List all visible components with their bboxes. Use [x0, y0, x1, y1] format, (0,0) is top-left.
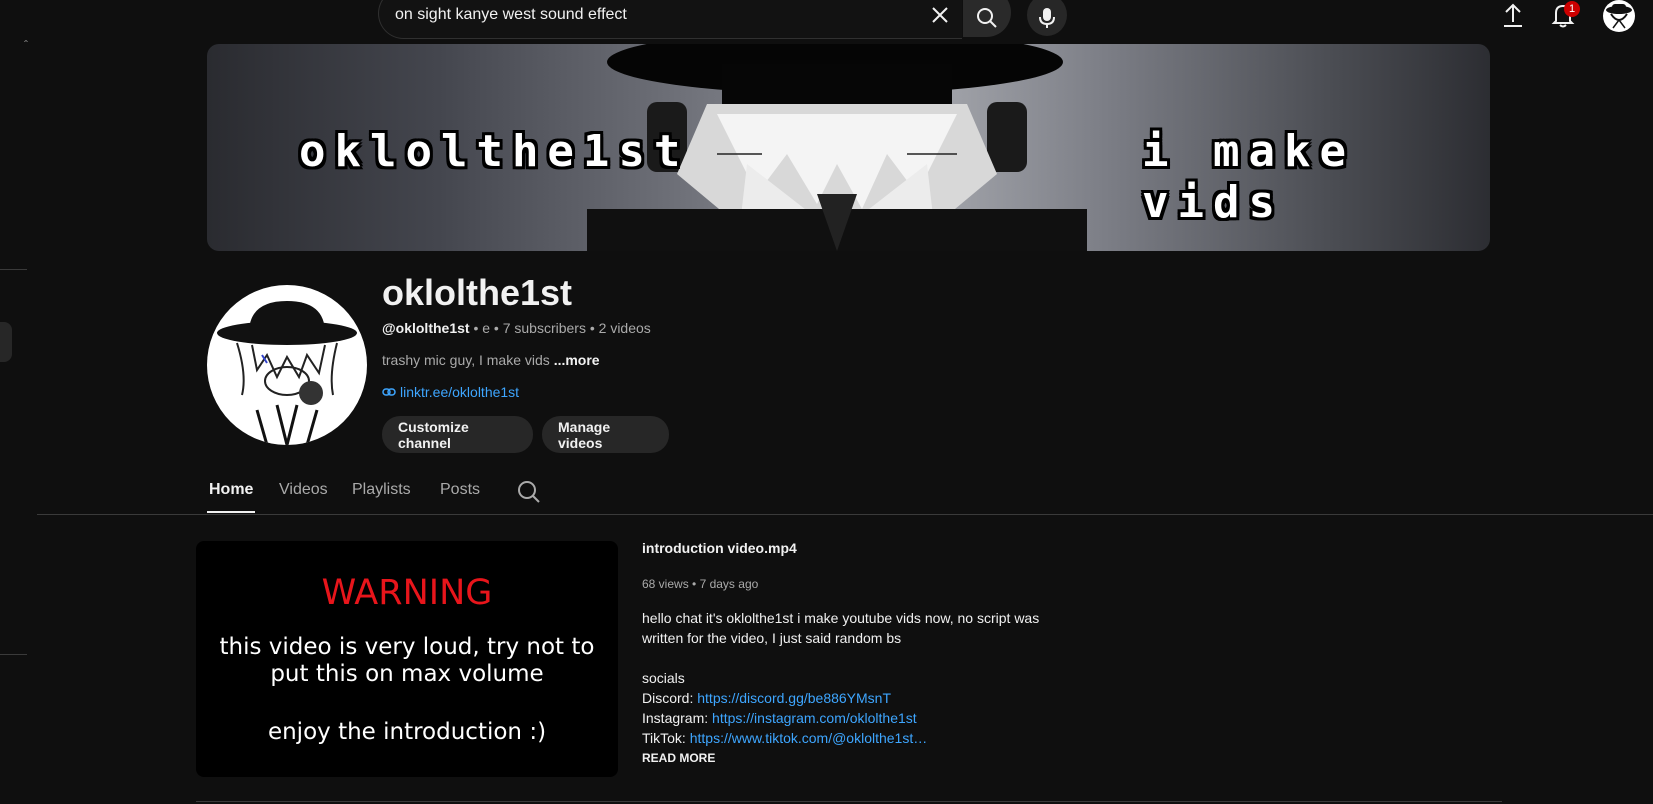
channel-meta: @oklolthe1st • e • 7 subscribers • 2 vid…	[382, 320, 651, 336]
channel-handle: @oklolthe1st	[382, 320, 470, 336]
search-icon	[518, 481, 540, 503]
search-button[interactable]	[963, 0, 1011, 37]
description-text: trashy mic guy, I make vids	[382, 352, 550, 368]
description-line: written for the video, I just said rando…	[642, 630, 902, 646]
channel-link-text[interactable]: linktr.ee/oklolthe1st	[400, 384, 519, 400]
thumbnail-warning-text: WARNING	[321, 573, 493, 613]
read-more-button[interactable]: READ MORE	[642, 751, 715, 765]
upload-age: 7 days ago	[699, 577, 759, 591]
channel-link[interactable]: linktr.ee/oklolthe1st	[382, 384, 519, 400]
channel-avatar[interactable]	[207, 285, 367, 445]
sidebar-divider	[0, 269, 27, 270]
chevron-up-icon[interactable]: ˆ	[24, 38, 28, 52]
view-count: 68 views	[642, 577, 689, 591]
social-discord: Discord: https://discord.gg/be886YMsnT	[642, 688, 1062, 708]
social-tiktok: TikTok: https://www.tiktok.com/@oklolthe…	[642, 728, 1062, 748]
discord-link[interactable]: https://discord.gg/be886YMsnT	[697, 690, 891, 706]
social-instagram: Instagram: https://instagram.com/oklolth…	[642, 708, 1062, 728]
instagram-link[interactable]: https://instagram.com/oklolthe1st	[712, 710, 917, 726]
thumbnail-text-line: this video is very loud, try not to	[219, 634, 595, 660]
channel-banner: oklolthe1st i make vids	[207, 44, 1490, 251]
tabs-divider	[37, 514, 1653, 515]
tab-home[interactable]: Home	[209, 481, 253, 499]
account-avatar[interactable]	[1603, 0, 1635, 32]
avatar-image	[1606, 4, 1632, 29]
channel-name: oklolthe1st	[382, 272, 573, 313]
link-icon	[382, 388, 396, 396]
description-blank	[642, 648, 1062, 668]
clear-search-button[interactable]	[926, 1, 954, 29]
social-label: Instagram:	[642, 710, 709, 726]
featured-video-meta: 68 views • 7 days ago	[642, 577, 758, 591]
more-link[interactable]: ...more	[554, 352, 600, 368]
tab-posts[interactable]: Posts	[440, 481, 480, 499]
microphone-icon	[1039, 8, 1055, 28]
description-line: hello chat it's oklolthe1st i make youtu…	[642, 610, 1040, 626]
social-label: Discord:	[642, 690, 694, 706]
avatar-image	[217, 301, 357, 445]
upload-button[interactable]	[1498, 0, 1528, 30]
thumbnail-text-line: put this on max volume	[270, 661, 544, 687]
sidebar-divider	[0, 654, 27, 655]
channel-search-button[interactable]	[516, 479, 542, 505]
customize-channel-button[interactable]: Customize channel	[382, 416, 533, 453]
description-line: socials	[642, 670, 685, 686]
banner-tagline: i make vids	[1142, 126, 1355, 228]
featured-video-description: hello chat it's oklolthe1st i make youtu…	[642, 608, 1062, 748]
manage-videos-button[interactable]: Manage videos	[542, 416, 669, 453]
notification-badge: 1	[1564, 1, 1580, 17]
featured-video-thumbnail[interactable]: WARNING this video is very loud, try not…	[196, 541, 618, 777]
tab-playlists[interactable]: Playlists	[352, 481, 411, 499]
channel-description[interactable]: trashy mic guy, I make vids ...more	[382, 352, 600, 368]
meta-separator: •	[692, 577, 700, 591]
upload-icon	[1504, 3, 1522, 27]
section-divider	[196, 801, 1502, 802]
search-icon	[977, 7, 997, 28]
close-icon	[932, 7, 948, 23]
featured-video-title[interactable]: introduction video.mp4	[642, 540, 797, 556]
tiktok-link[interactable]: https://www.tiktok.com/@oklolthe1st…	[690, 730, 928, 746]
channel-stats: • e • 7 subscribers • 2 videos	[473, 320, 651, 336]
thumbnail-text-line: enjoy the introduction :)	[267, 719, 547, 745]
banner-title: oklolthe1st	[299, 126, 690, 177]
tab-videos[interactable]: Videos	[279, 481, 328, 499]
voice-search-button[interactable]	[1027, 0, 1067, 36]
active-tab-indicator	[207, 511, 255, 513]
search-input[interactable]: on sight kanye west sound effect	[395, 6, 627, 24]
social-label: TikTok:	[642, 730, 686, 746]
sidebar-item-active[interactable]	[0, 322, 12, 362]
